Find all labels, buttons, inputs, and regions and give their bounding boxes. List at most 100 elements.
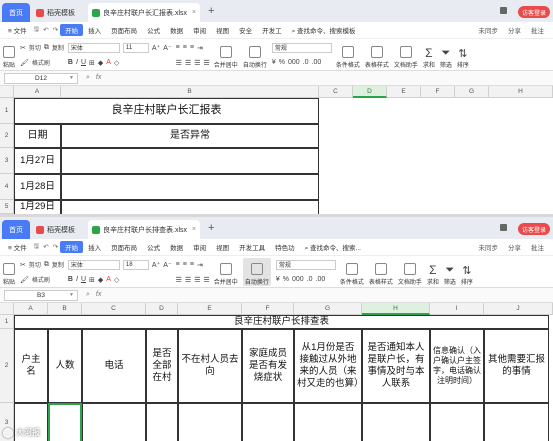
increase-decimal-icon[interactable]: .0 (303, 59, 309, 66)
window-layout-icon[interactable] (500, 7, 507, 14)
data-cell-selected[interactable] (48, 403, 82, 441)
header-cell[interactable]: 其他需要汇报的事情 (484, 329, 549, 403)
data-cell[interactable] (294, 403, 362, 441)
column-header[interactable]: H (362, 303, 430, 315)
header-status[interactable]: 是否异常 (61, 124, 319, 148)
thousands-icon[interactable]: 000 (292, 276, 304, 283)
font-grow-icon[interactable]: A⁺ (152, 261, 160, 269)
menu-start[interactable]: 开始 (60, 24, 84, 36)
clear-icon[interactable]: ◇ (114, 276, 119, 284)
justify-icon[interactable]: ☰ (204, 59, 210, 67)
close-tab-icon[interactable]: × (192, 9, 196, 16)
clear-icon[interactable]: ◇ (114, 59, 119, 67)
visitor-login-button[interactable]: 访客登录 (517, 223, 550, 235)
column-header[interactable]: B (48, 303, 82, 315)
header-cell[interactable]: 电话 (82, 329, 146, 403)
row-header[interactable]: 1 (0, 315, 14, 329)
data-cell[interactable] (430, 403, 484, 441)
menu-formula[interactable]: 公式 (142, 25, 165, 35)
copy-icon[interactable]: ⧉ (44, 261, 49, 269)
tab-daoke-template[interactable]: 稻壳模板 (32, 220, 86, 239)
currency-icon[interactable]: ¥ (276, 276, 280, 283)
column-header[interactable]: F (242, 303, 294, 315)
header-cell[interactable]: 家庭成员是否有发烧症状 (242, 329, 294, 403)
new-tab-icon[interactable]: + (208, 5, 214, 17)
number-format-select[interactable]: 常规 (275, 259, 336, 270)
paste-button[interactable]: 粘贴 (3, 41, 15, 69)
name-box[interactable]: D12 ▼ (4, 72, 78, 84)
menu-page-layout[interactable]: 页面布局 (106, 25, 142, 35)
font-grow-icon[interactable]: A⁺ (152, 44, 160, 52)
indent-icon[interactable]: ⇥ (197, 44, 203, 52)
merge-center-button[interactable]: 合并居中 (214, 41, 238, 69)
share-button[interactable]: 分享 (503, 25, 526, 35)
underline-icon[interactable]: U (81, 276, 86, 283)
window-layout-icon[interactable] (500, 224, 507, 231)
format-painter-icon[interactable]: 🖌 (20, 59, 29, 67)
copy-label[interactable]: 复制 (52, 260, 64, 269)
column-header[interactable]: E (178, 303, 242, 315)
comment-button[interactable]: 批注 (526, 242, 549, 252)
row-header[interactable]: 1 (0, 98, 14, 124)
data-cell[interactable] (178, 403, 242, 441)
align-left-icon[interactable]: ☰ (176, 59, 182, 67)
cut-label[interactable]: 剪切 (29, 43, 41, 52)
align-bottom-icon[interactable]: ≡ (190, 44, 194, 51)
font-size-select[interactable]: 18 (122, 259, 149, 270)
align-right-icon[interactable]: ☰ (194, 59, 200, 67)
row-header[interactable]: 5 (0, 200, 14, 214)
filter-button[interactable]: ⏷ 筛选 (444, 258, 456, 286)
conditional-format-button[interactable]: 条件格式 (336, 41, 360, 69)
row-header[interactable]: 2 (0, 124, 14, 148)
menu-formula[interactable]: 公式 (142, 242, 165, 252)
sum-button[interactable]: Σ 求和 (427, 258, 439, 286)
bold-icon[interactable]: B (68, 276, 73, 283)
column-header[interactable]: I (430, 303, 484, 315)
data-cell[interactable] (362, 403, 430, 441)
align-middle-icon[interactable]: ≡ (183, 44, 187, 51)
row-header[interactable]: 4 (0, 174, 14, 200)
header-date[interactable]: 日期 (14, 124, 61, 148)
header-cell[interactable]: 是否全部在村 (146, 329, 178, 403)
visitor-login-button[interactable]: 访客登录 (517, 6, 550, 18)
menu-review[interactable]: 审阅 (188, 25, 211, 35)
fill-color-icon[interactable]: ◆ (98, 59, 103, 67)
fill-color-icon[interactable]: ◆ (98, 276, 103, 284)
tab-file-report[interactable]: 良辛庄村联户长汇报表.xlsx × (88, 3, 200, 22)
filter-button[interactable]: ⏷ 筛选 (440, 41, 452, 69)
sum-button[interactable]: Σ 求和 (423, 41, 435, 69)
cut-icon[interactable]: ✂ (20, 44, 26, 52)
cut-icon[interactable]: ✂ (20, 261, 26, 269)
tab-file-checklist[interactable]: 良辛庄村联户长排查表.xlsx × (88, 220, 200, 239)
status-cell[interactable] (61, 174, 319, 200)
date-cell[interactable]: 1月28日 (14, 174, 61, 200)
select-all-corner[interactable] (0, 303, 14, 315)
menu-file[interactable]: ≡ 文件 (3, 242, 32, 252)
font-size-select[interactable]: 11 (122, 42, 149, 53)
comment-button[interactable]: 批注 (526, 25, 549, 35)
fx-icon[interactable]: fx (96, 74, 101, 82)
percent-icon[interactable]: % (283, 276, 289, 283)
select-all-corner[interactable] (0, 86, 14, 98)
increase-decimal-icon[interactable]: .0 (307, 276, 313, 283)
cut-label[interactable]: 剪切 (29, 260, 41, 269)
align-middle-icon[interactable]: ≡ (183, 261, 187, 268)
menu-insert[interactable]: 插入 (83, 25, 106, 35)
column-header[interactable]: E (387, 86, 421, 98)
name-box[interactable]: B3 ▼ (4, 289, 78, 301)
justify-icon[interactable]: ☰ (204, 276, 210, 284)
date-cell[interactable]: 1月29日 (14, 200, 61, 214)
redo-icon[interactable]: ↷ (51, 26, 60, 34)
percent-icon[interactable]: % (279, 59, 285, 66)
header-cell[interactable]: 是否通知本人是联户长，有事情及时与本人联系 (362, 329, 430, 403)
menu-review[interactable]: 审阅 (188, 242, 211, 252)
wrap-text-button[interactable]: 自动换行 (243, 41, 267, 69)
data-cell[interactable] (146, 403, 178, 441)
font-color-icon[interactable]: A (106, 59, 111, 66)
status-cell[interactable] (61, 200, 319, 214)
save-icon[interactable]: 🖫 (32, 25, 42, 36)
date-cell[interactable]: 1月27日 (14, 148, 61, 174)
column-header[interactable]: D (146, 303, 178, 315)
bold-icon[interactable]: B (68, 59, 73, 66)
zoom-icon[interactable]: ⌕ (86, 291, 90, 299)
